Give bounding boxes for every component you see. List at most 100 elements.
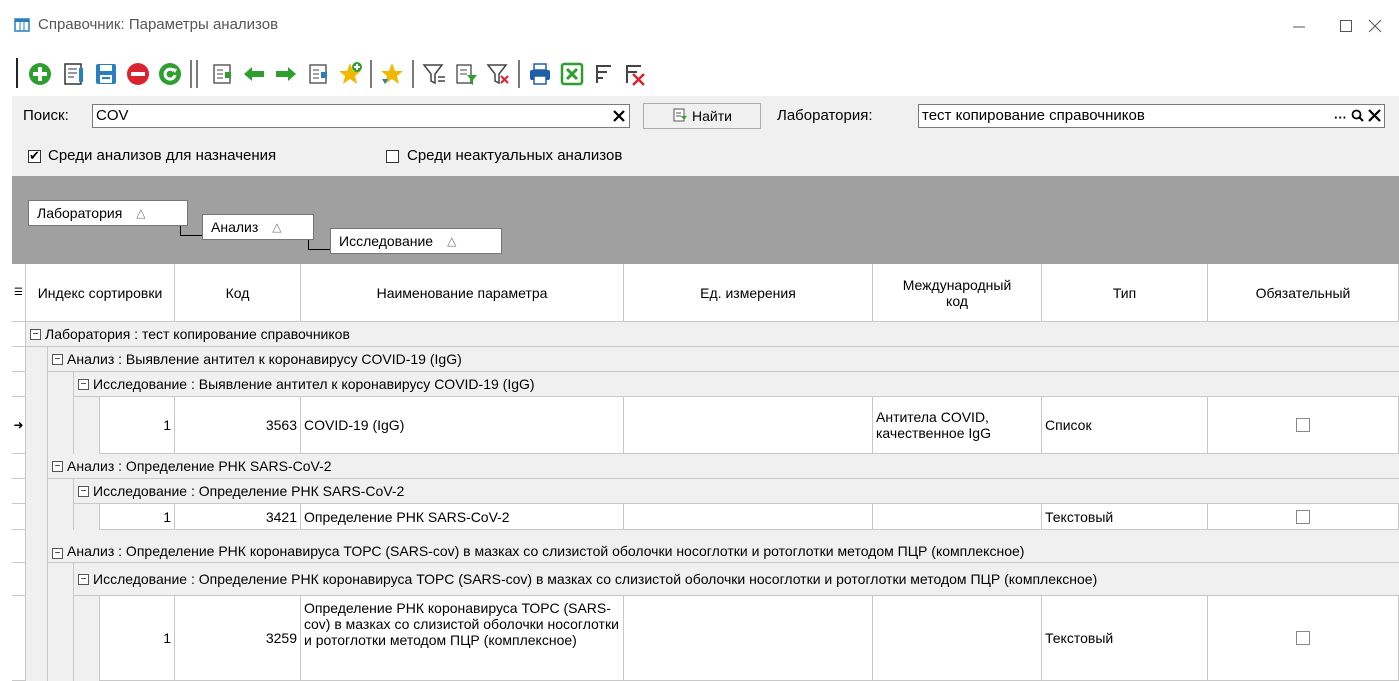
excel-export-icon[interactable] [558, 60, 586, 88]
collapse-icon[interactable]: − [78, 378, 89, 390]
cell-type[interactable]: Текстовый [1042, 504, 1208, 530]
arrow-left-icon[interactable] [240, 60, 268, 88]
collapse-icon[interactable]: − [78, 573, 89, 585]
group-chip-label: Анализ [211, 219, 259, 235]
current-row-arrow-icon[interactable]: ➜ [12, 397, 26, 454]
cell-required[interactable] [1208, 397, 1399, 454]
cell-intl-code[interactable] [873, 504, 1042, 530]
columns-icon[interactable] [208, 60, 236, 88]
group-chip-laboratory[interactable]: Лаборатория △ [28, 200, 188, 226]
cell-unit[interactable] [624, 504, 873, 530]
group-chip-analysis[interactable]: Анализ △ [202, 214, 314, 240]
stop-icon[interactable] [124, 60, 152, 88]
search-icon[interactable] [1351, 107, 1364, 129]
column-header-required[interactable]: Обязательный [1208, 264, 1399, 322]
collapse-icon[interactable]: − [52, 548, 63, 559]
group-row-analysis[interactable]: − Анализ : Определение РНК SARS-CoV-2 [48, 454, 1399, 479]
row-indicator[interactable] [12, 479, 26, 504]
row-indicator[interactable] [12, 563, 26, 596]
column-header-intl-code[interactable]: Международный код [873, 264, 1042, 322]
column-header-unit[interactable]: Ед. измерения [624, 264, 873, 322]
filter-icon[interactable] [420, 60, 448, 88]
cell-name[interactable]: COVID-19 (IgG) [301, 397, 624, 454]
collapse-icon[interactable]: − [78, 485, 89, 497]
group-row-study[interactable]: − Исследование : Определение РНК SARS-Co… [74, 479, 1399, 504]
group-row-analysis[interactable]: − Анализ : Определение РНК коронавируса … [48, 530, 1399, 563]
row-indicator[interactable] [12, 504, 26, 530]
favorite-add-icon[interactable] [336, 60, 364, 88]
column-header-sort-index[interactable]: Индекс сортировки [26, 264, 175, 322]
cell-type[interactable]: Текстовый [1042, 596, 1208, 681]
group-row-label: Исследование : Определение РНК SARS-CoV-… [93, 483, 405, 499]
cell-intl-code[interactable]: Антитела COVID, качественное IgG [873, 397, 1042, 454]
group-indent [48, 479, 74, 530]
collapse-icon[interactable]: − [52, 460, 63, 472]
collapse-icon[interactable]: − [30, 328, 41, 340]
sort-icon[interactable] [590, 60, 618, 88]
title-bar: Справочник: Параметры анализов [0, 0, 1399, 52]
row-indicator[interactable] [12, 454, 26, 479]
print-icon[interactable] [526, 60, 554, 88]
toolbar-separator [370, 60, 372, 88]
prescribe-label: Среди анализов для назначения [48, 147, 277, 164]
cell-intl-code[interactable] [873, 596, 1042, 681]
obsolete-checkbox[interactable] [386, 150, 399, 163]
cell-unit[interactable] [624, 596, 873, 681]
required-checkbox[interactable] [1296, 631, 1310, 645]
laboratory-field[interactable]: тест копирование справочников ··· [918, 104, 1385, 128]
cell-code[interactable]: 3421 [175, 504, 301, 530]
column-chooser-icon[interactable]: ☰ [12, 264, 26, 322]
cell-code[interactable]: 3259 [175, 596, 301, 681]
row-indicator[interactable] [12, 530, 26, 563]
toolbar-separator [518, 60, 520, 88]
cell-sort-index[interactable]: 1 [100, 504, 175, 530]
clear-search-icon[interactable] [610, 105, 628, 127]
arrow-right-icon[interactable] [272, 60, 300, 88]
group-row-study[interactable]: − Исследование : Выявление антител к кор… [74, 372, 1399, 397]
prescribe-checkbox[interactable] [28, 148, 41, 164]
group-indent [48, 372, 74, 454]
find-button[interactable]: Найти [643, 103, 761, 129]
group-row-study[interactable]: − Исследование : Определение РНК коронав… [74, 563, 1399, 596]
columns-edit-icon[interactable] [304, 60, 332, 88]
cell-code[interactable]: 3563 [175, 397, 301, 454]
add-icon[interactable] [26, 60, 54, 88]
column-header-code[interactable]: Код [175, 264, 301, 322]
row-indicator[interactable] [12, 372, 26, 397]
cell-name[interactable]: Определение РНК SARS-CoV-2 [301, 504, 624, 530]
group-row-laboratory[interactable]: − Лаборатория : тест копирование справоч… [26, 322, 1399, 347]
clear-laboratory-icon[interactable] [1368, 107, 1381, 129]
window-title: Справочник: Параметры анализов [38, 16, 279, 33]
save-icon[interactable] [92, 60, 120, 88]
group-row-label: Лаборатория : тест копирование справочни… [45, 326, 350, 342]
row-indicator[interactable] [12, 322, 26, 347]
group-chip-study[interactable]: Исследование △ [330, 228, 502, 254]
filter-edit-icon[interactable] [452, 60, 480, 88]
row-indicator[interactable] [12, 596, 26, 681]
ellipsis-button[interactable]: ··· [1334, 107, 1347, 129]
group-row-label: Анализ : Определение РНК коронавируса ТО… [67, 543, 1025, 559]
search-input[interactable]: COV [92, 104, 630, 128]
cell-required[interactable] [1208, 504, 1399, 530]
minimize-button[interactable] [1276, 10, 1322, 42]
edit-icon[interactable] [60, 60, 88, 88]
required-checkbox[interactable] [1296, 509, 1310, 524]
close-button[interactable] [1352, 10, 1398, 42]
cell-type[interactable]: Список [1042, 397, 1208, 454]
cell-unit[interactable] [624, 397, 873, 454]
cell-sort-index[interactable]: 1 [100, 596, 175, 681]
required-checkbox[interactable] [1296, 418, 1310, 432]
cell-name[interactable]: Определение РНК коронавируса ТОРС (SARS-… [301, 596, 624, 681]
cell-required[interactable] [1208, 596, 1399, 681]
favorite-icon[interactable] [378, 60, 406, 88]
collapse-icon[interactable]: − [52, 353, 63, 365]
filter-clear-icon[interactable] [484, 60, 512, 88]
column-header-name[interactable]: Наименование параметра [301, 264, 624, 322]
group-by-panel: Лаборатория △ Анализ △ Исследование △ [12, 176, 1399, 264]
group-row-analysis[interactable]: − Анализ : Выявление антител к коронавир… [48, 347, 1399, 372]
sort-clear-icon[interactable] [620, 60, 648, 88]
cell-sort-index[interactable]: 1 [100, 397, 175, 454]
refresh-icon[interactable] [156, 60, 184, 88]
column-header-type[interactable]: Тип [1042, 264, 1208, 322]
row-indicator[interactable] [12, 347, 26, 372]
